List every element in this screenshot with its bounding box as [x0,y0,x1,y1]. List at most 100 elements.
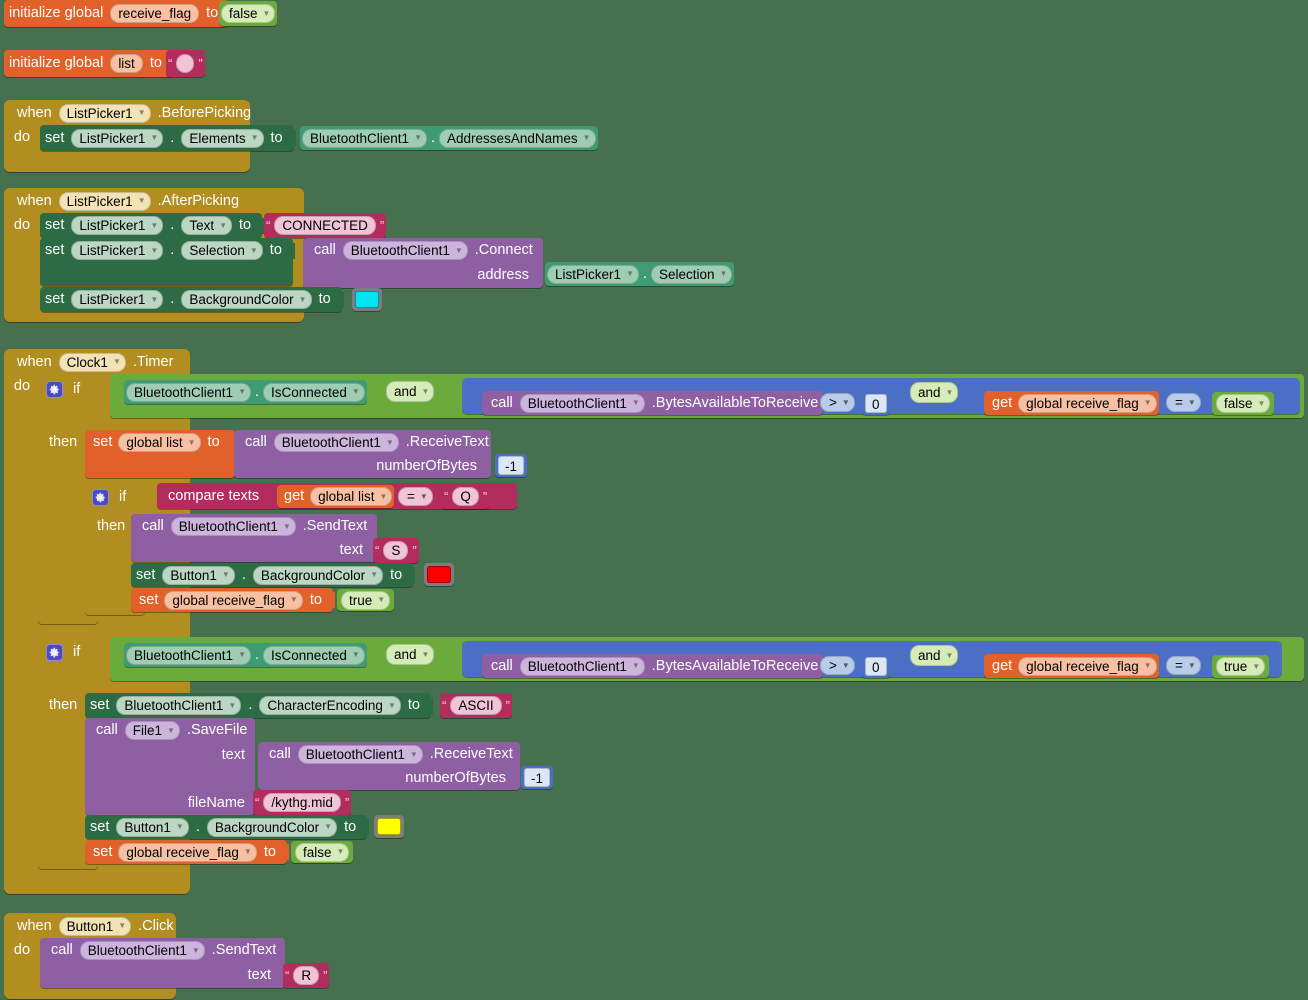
and-1-operator[interactable]: and ▼ [384,381,436,402]
block-get-global-list[interactable]: get global list ▼ [277,485,395,508]
block-call-bluetoothclient1-sendtext-1[interactable]: call BluetoothClient1 ▼ .SendText text [131,514,377,562]
block-get-bluetoothclient1-addressesandnames[interactable]: BluetoothClient1 ▼ . AddressesAndNames ▼ [300,126,598,150]
block-call-bluetoothclient1-connect[interactable]: call BluetoothClient1 ▼ .Connect address [303,238,543,288]
block-number-zero-1[interactable]: 0 [862,391,890,415]
block-logic-false-3[interactable]: false ▼ [291,841,354,863]
block-get-global-receive-flag-2[interactable]: get global receive_flag ▼ [984,654,1159,678]
blocks-workspace[interactable]: initialize global receive_flag to false ▼… [0,0,1308,1000]
text-value-field[interactable]: CONNECTED [274,216,376,235]
block-set-button1-backgroundcolor-red[interactable]: set Button1 ▼ . BackgroundColor ▼ to [131,563,416,587]
block-set-button1-backgroundcolor-yellow[interactable]: set Button1 ▼ . BackgroundColor ▼ to [85,815,370,839]
block-set-global-receive-flag-false[interactable]: set global receive_flag ▼ to [85,840,289,864]
component-dropdown[interactable]: BluetoothClient1 ▼ [519,393,645,413]
text-value-field[interactable]: R [293,966,320,985]
block-empty-text-string[interactable]: “ ” [166,50,205,77]
block-text-r[interactable]: “ R ” [283,963,330,988]
text-value-field[interactable] [176,54,195,73]
number-field[interactable]: 0 [865,393,887,413]
component-dropdown[interactable]: ListPicker1 ▼ [71,241,164,260]
block-text-filename[interactable]: “ /kythg.mid ” [253,790,352,815]
mutator-gear-icon[interactable] [46,381,63,398]
block-set-listpicker1-elements[interactable]: set ListPicker1 ▼ . Elements ▼ to [40,125,296,151]
text-value-field[interactable]: ASCII [450,696,502,715]
block-color-yellow[interactable] [374,815,404,838]
variable-dropdown[interactable]: global list ▼ [310,487,393,506]
block-call-bluetoothclient1-receivetext-2[interactable]: call BluetoothClient1 ▼ .ReceiveText numb… [258,742,520,790]
number-field[interactable]: 0 [865,656,887,676]
block-call-bluetoothclient1-sendtext-2[interactable]: call BluetoothClient1 ▼ .SendText text [40,938,285,988]
block-call-bytesavailabletoreceive-2[interactable]: call BluetoothClient1 ▼ .BytesAvailableTo… [482,654,824,678]
block-call-file1-savefile[interactable]: call File1 ▼ .SaveFile text fileName [85,718,255,815]
color-swatch[interactable] [427,566,451,583]
component-dropdown[interactable]: BluetoothClient1 ▼ [116,696,242,715]
component-dropdown[interactable]: Button1 ▼ [162,565,235,585]
text-value-field[interactable]: S [383,541,409,560]
color-swatch[interactable] [377,818,401,835]
component-dropdown[interactable]: BluetoothClient1 ▼ [126,382,251,402]
component-dropdown[interactable]: Button1 ▼ [58,916,132,936]
block-call-bluetoothclient1-receivetext-1[interactable]: call BluetoothClient1 ▼ .ReceiveText numb… [234,430,491,478]
component-dropdown[interactable]: Clock1 ▼ [58,352,126,372]
block-text-s[interactable]: “ S ” [373,538,419,563]
block-init-global-receive-flag[interactable]: initialize global receive_flag to [4,0,232,27]
logic-value-dropdown[interactable]: true ▼ [1216,657,1266,676]
component-dropdown[interactable]: BluetoothClient1 ▼ [519,656,645,676]
number-field[interactable]: -1 [498,456,525,475]
block-text-ascii[interactable]: “ ASCII ” [440,693,512,718]
block-color-cyan[interactable] [352,288,382,311]
text-value-field[interactable]: Q [452,487,479,506]
logic-value-dropdown[interactable]: false ▼ [1216,394,1271,413]
property-dropdown[interactable]: Selection ▼ [650,264,733,284]
property-dropdown[interactable]: IsConnected ▼ [263,382,365,402]
global-name-field[interactable]: receive_flag [110,4,200,23]
component-dropdown[interactable]: BluetoothClient1 ▼ [170,517,296,536]
component-dropdown[interactable]: ListPicker1 ▼ [71,216,164,235]
variable-dropdown[interactable]: global receive_flag ▼ [118,842,257,862]
component-dropdown[interactable]: BluetoothClient1 ▼ [126,645,251,665]
property-dropdown[interactable]: IsConnected ▼ [263,645,365,665]
component-dropdown[interactable]: BluetoothClient1 ▼ [79,941,205,960]
gt-operator-2[interactable]: > ▼ [820,656,855,675]
mutator-gear-icon[interactable] [92,489,109,506]
property-dropdown[interactable]: AddressesAndNames ▼ [439,128,596,148]
number-field[interactable]: -1 [524,768,551,787]
component-dropdown[interactable]: ListPicker1 ▼ [58,191,151,211]
block-set-listpicker1-text[interactable]: set ListPicker1 ▼ . Text ▼ to [40,213,265,238]
logic-false-dropdown[interactable]: false ▼ [221,4,276,23]
block-get-bluetoothclient1-isconnected-1[interactable]: BluetoothClient1 ▼ . IsConnected ▼ [124,380,367,404]
and-3-operator[interactable]: and ▼ [384,644,436,665]
block-set-global-list[interactable]: set global list ▼ to [85,430,235,478]
block-set-listpicker1-backgroundcolor[interactable]: set ListPicker1 ▼ . BackgroundColor ▼ to [40,287,344,312]
property-dropdown[interactable]: BackgroundColor ▼ [181,290,312,309]
color-swatch[interactable] [355,291,379,308]
component-dropdown[interactable]: BluetoothClient1 ▼ [273,433,399,452]
component-dropdown[interactable]: BluetoothClient1 ▼ [297,745,423,764]
eq-operator-2[interactable]: = ▼ [1166,656,1201,675]
property-dropdown[interactable]: Elements ▼ [181,128,264,148]
compare-operator[interactable]: = ▼ [398,487,433,506]
block-get-bluetoothclient1-isconnected-2[interactable]: BluetoothClient1 ▼ . IsConnected ▼ [124,643,367,667]
block-logic-true-1[interactable]: true ▼ [337,589,395,611]
property-dropdown[interactable]: CharacterEncoding ▼ [259,696,401,715]
global-name-field[interactable]: list [110,54,143,73]
component-dropdown[interactable]: BluetoothClient1 ▼ [342,241,468,260]
block-set-global-receive-flag-true[interactable]: set global receive_flag ▼ to [131,588,335,612]
block-number-zero-2[interactable]: 0 [862,654,890,678]
property-dropdown[interactable]: BackgroundColor ▼ [206,817,338,837]
block-color-red[interactable] [424,563,454,586]
block-logic-false-2[interactable]: false ▼ [1212,392,1275,415]
and-2-operator[interactable]: and ▼ [908,382,960,403]
variable-dropdown[interactable]: global receive_flag ▼ [1018,656,1157,676]
component-dropdown[interactable]: ListPicker1 ▼ [58,103,151,123]
variable-dropdown[interactable]: global receive_flag ▼ [164,590,303,610]
component-dropdown[interactable]: Button1 ▼ [116,817,189,837]
property-dropdown[interactable]: BackgroundColor ▼ [252,565,384,585]
mutator-gear-icon[interactable] [46,644,63,661]
block-call-bytesavailabletoreceive-1[interactable]: call BluetoothClient1 ▼ .BytesAvailableTo… [482,391,824,415]
block-number-minus-one-1[interactable]: -1 [495,454,528,477]
text-value-field[interactable]: /kythg.mid [263,793,341,812]
block-init-global-list[interactable]: initialize global list to [4,50,175,77]
block-text-connected[interactable]: “ CONNECTED ” [264,213,387,238]
variable-dropdown[interactable]: global receive_flag ▼ [1018,393,1157,413]
block-get-listpicker1-selection[interactable]: ListPicker1 ▼ . Selection ▼ [545,262,735,286]
